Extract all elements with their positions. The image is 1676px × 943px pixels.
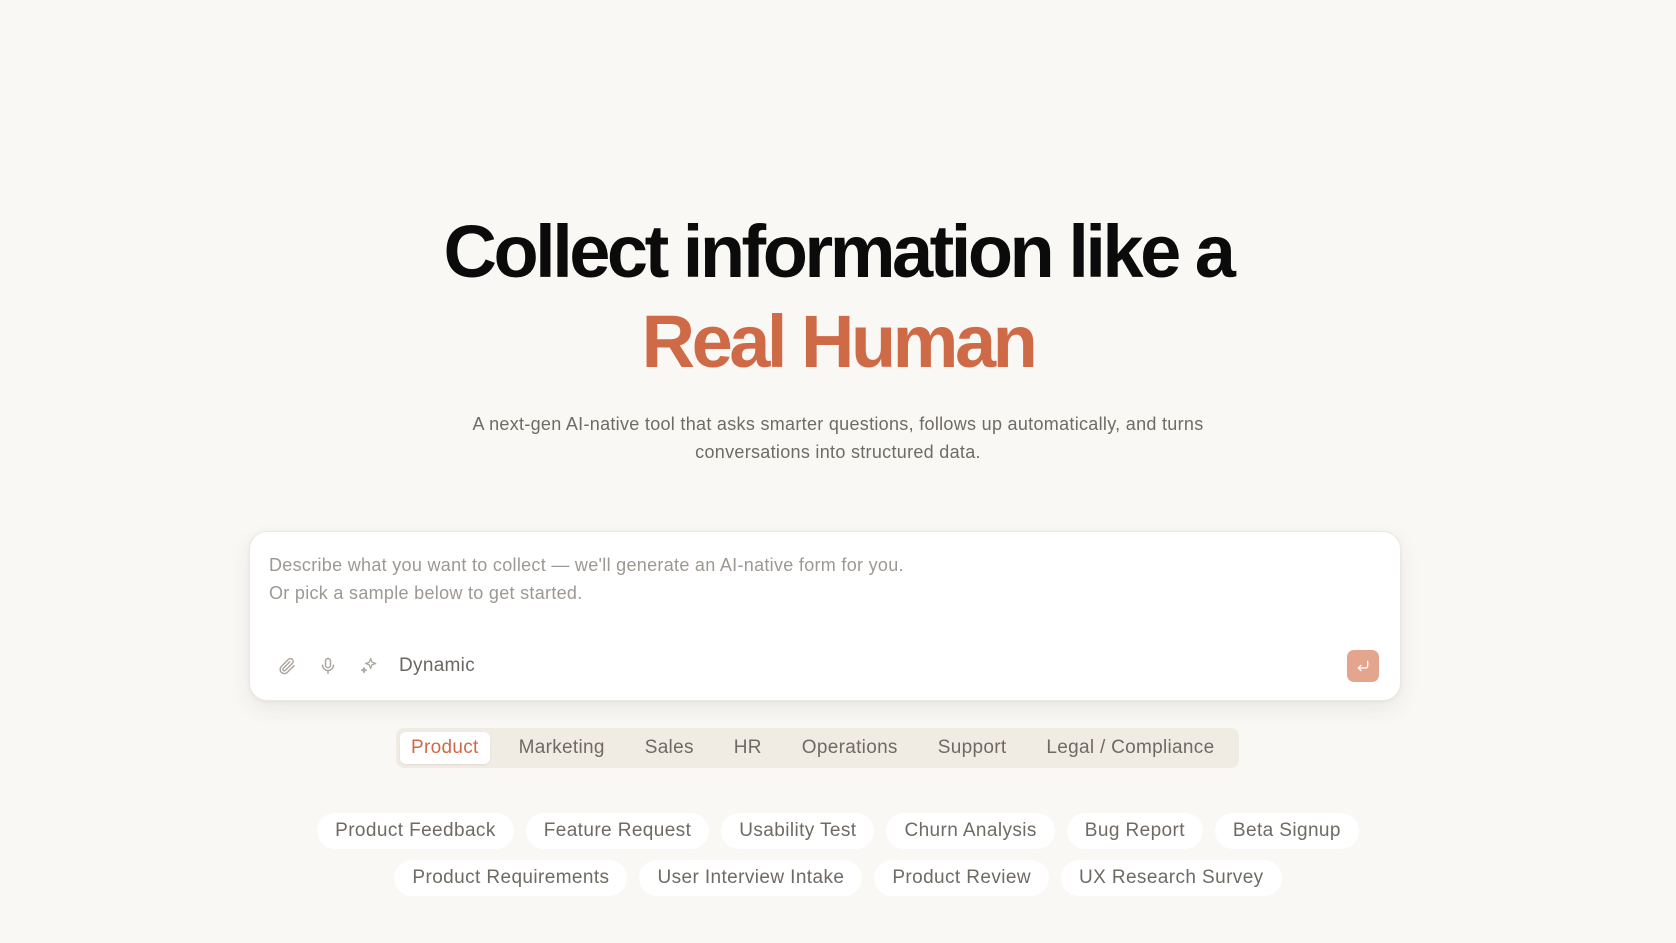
tab-product[interactable]: Product: [400, 732, 490, 764]
tab-hr[interactable]: HR: [723, 732, 773, 764]
tab-operations[interactable]: Operations: [791, 732, 909, 764]
microphone-icon[interactable]: [317, 655, 339, 677]
sample-chip-beta-signup[interactable]: Beta Signup: [1214, 813, 1359, 849]
tab-marketing[interactable]: Marketing: [508, 732, 616, 764]
prompt-composer[interactable]: Describe what you want to collect — we'l…: [249, 531, 1401, 701]
sample-chip-bug-report[interactable]: Bug Report: [1066, 813, 1203, 849]
tab-sales[interactable]: Sales: [634, 732, 705, 764]
sample-chip-user-interview-intake[interactable]: User Interview Intake: [639, 860, 863, 896]
submit-button[interactable]: [1347, 650, 1379, 682]
tab-support[interactable]: Support: [927, 732, 1018, 764]
landing-page: Collect information like a Real Human A …: [0, 0, 1676, 943]
hero-title: Collect information like a: [443, 210, 1236, 293]
enter-icon: [1357, 660, 1369, 672]
hero-title-highlight: Real Human: [641, 300, 1038, 383]
paperclip-icon[interactable]: [276, 655, 298, 677]
prompt-placeholder-line: Or pick a sample below to get started.: [269, 583, 583, 603]
prompt-placeholder-line: Describe what you want to collect — we'l…: [269, 555, 904, 575]
category-tabs: Product Marketing Sales HR Operations Su…: [396, 728, 1240, 768]
sample-chip-product-feedback[interactable]: Product Feedback: [317, 813, 514, 849]
hero-subtitle-line: A next-gen AI-native tool that asks smar…: [472, 414, 1204, 434]
sample-chips-row: Product Requirements User Interview Inta…: [0, 860, 1676, 896]
sample-chip-product-requirements[interactable]: Product Requirements: [394, 860, 628, 896]
tab-legal-compliance[interactable]: Legal / Compliance: [1035, 732, 1225, 764]
hero-subtitle: A next-gen AI-native tool that asks smar…: [0, 410, 1676, 466]
hero-subtitle-line: conversations into structured data.: [695, 442, 981, 462]
sample-chip-feature-request[interactable]: Feature Request: [525, 813, 710, 849]
sample-chip-product-review[interactable]: Product Review: [874, 860, 1049, 896]
prompt-input[interactable]: Describe what you want to collect — we'l…: [269, 551, 1269, 607]
sample-chip-churn-analysis[interactable]: Churn Analysis: [886, 813, 1055, 849]
sample-chip-usability-test[interactable]: Usability Test: [721, 813, 875, 849]
sample-chips-row: Product Feedback Feature Request Usabili…: [0, 813, 1676, 849]
sample-chip-ux-research-survey[interactable]: UX Research Survey: [1060, 860, 1282, 896]
mode-selector[interactable]: Dynamic: [399, 655, 475, 677]
composer-toolbar: Dynamic: [276, 650, 475, 682]
sparkle-icon[interactable]: [358, 655, 380, 677]
